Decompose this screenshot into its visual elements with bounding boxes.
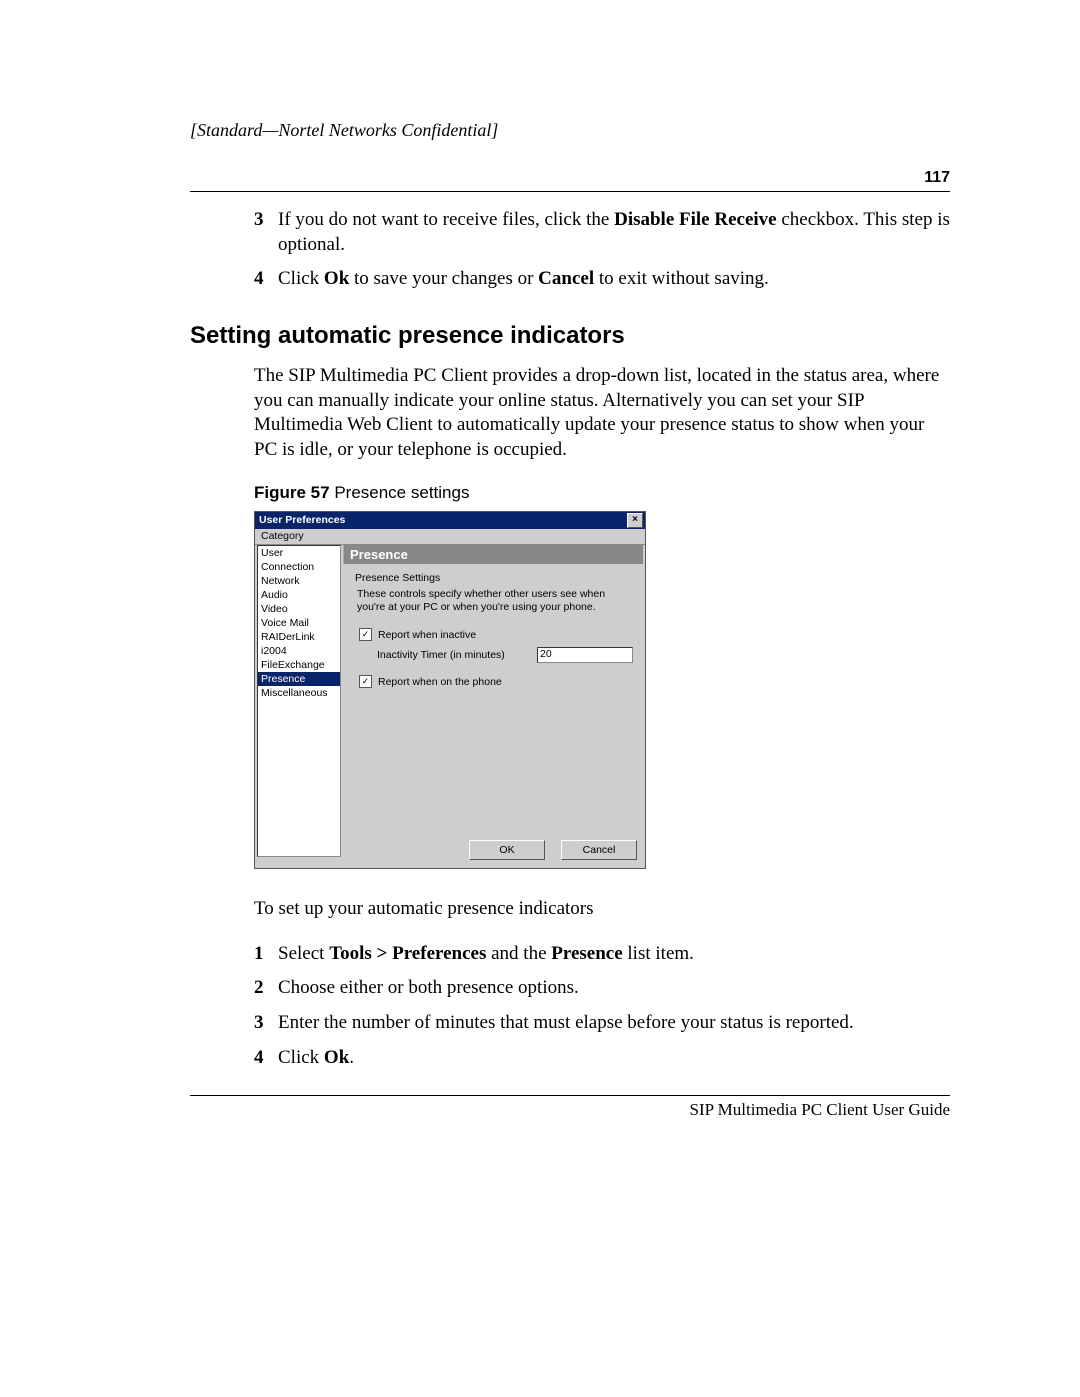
category-item-voicemail[interactable]: Voice Mail: [258, 616, 340, 630]
inactivity-timer-input[interactable]: 20: [537, 647, 633, 663]
category-item-video[interactable]: Video: [258, 602, 340, 616]
category-item-presence[interactable]: Presence: [258, 672, 340, 686]
ok-button[interactable]: OK: [469, 840, 545, 860]
step-number: 1: [254, 942, 278, 967]
report-inactive-label: Report when inactive: [378, 629, 476, 641]
report-phone-label: Report when on the phone: [378, 676, 502, 688]
category-item-network[interactable]: Network: [258, 574, 340, 588]
step-4b: 4 Click Ok.: [254, 1046, 950, 1071]
step-number: 4: [254, 267, 278, 292]
dialog-titlebar: User Preferences ×: [255, 512, 645, 529]
category-label: Category: [255, 529, 645, 545]
inactivity-timer-label: Inactivity Timer (in minutes): [377, 649, 537, 661]
step-text: If you do not want to receive files, cli…: [278, 208, 950, 257]
cancel-button[interactable]: Cancel: [561, 840, 637, 860]
step-4: 4 Click Ok to save your changes or Cance…: [254, 267, 950, 292]
step-3b: 3 Enter the number of minutes that must …: [254, 1011, 950, 1036]
user-preferences-dialog: User Preferences × Category User Connect…: [254, 511, 646, 869]
category-item-user[interactable]: User: [258, 546, 340, 560]
dialog-title: User Preferences: [259, 514, 345, 526]
category-item-audio[interactable]: Audio: [258, 588, 340, 602]
step-number: 3: [254, 208, 278, 257]
dialog-button-row: OK Cancel: [343, 834, 643, 866]
step-number: 3: [254, 1011, 278, 1036]
close-icon[interactable]: ×: [627, 513, 643, 528]
bottom-steps: 1 Select Tools > Preferences and the Pre…: [254, 942, 950, 1071]
post-figure-intro: To set up your automatic presence indica…: [254, 897, 950, 922]
report-inactive-row: ✓ Report when inactive: [359, 628, 633, 641]
category-item-miscellaneous[interactable]: Miscellaneous: [258, 686, 340, 700]
step-2: 2 Choose either or both presence options…: [254, 976, 950, 1001]
footer-text: SIP Multimedia PC Client User Guide: [190, 1095, 950, 1120]
top-steps: 3 If you do not want to receive files, c…: [254, 208, 950, 292]
category-item-i2004[interactable]: i2004: [258, 644, 340, 658]
section-heading: Setting automatic presence indicators: [190, 322, 950, 350]
step-text: Click Ok to save your changes or Cancel …: [278, 267, 950, 292]
step-1: 1 Select Tools > Preferences and the Pre…: [254, 942, 950, 967]
step-text: Select Tools > Preferences and the Prese…: [278, 942, 950, 967]
report-phone-row: ✓ Report when on the phone: [359, 675, 633, 688]
report-inactive-checkbox[interactable]: ✓: [359, 628, 372, 641]
category-item-connection[interactable]: Connection: [258, 560, 340, 574]
category-item-fileexchange[interactable]: FileExchange: [258, 658, 340, 672]
group-description: These controls specify whether other use…: [357, 588, 633, 614]
section-paragraph: The SIP Multimedia PC Client provides a …: [254, 364, 950, 463]
step-3: 3 If you do not want to receive files, c…: [254, 208, 950, 257]
page-number: 117: [924, 169, 950, 187]
step-number: 4: [254, 1046, 278, 1071]
document-page: [Standard—Nortel Networks Confidential] …: [0, 0, 1080, 1397]
panel-title: Presence: [343, 545, 643, 564]
step-text: Choose either or both presence options.: [278, 976, 950, 1001]
step-text: Click Ok.: [278, 1046, 950, 1071]
presence-settings-group: Presence Settings These controls specify…: [347, 568, 639, 704]
step-number: 2: [254, 976, 278, 1001]
report-phone-checkbox[interactable]: ✓: [359, 675, 372, 688]
category-item-raiderlink[interactable]: RAIDerLink: [258, 630, 340, 644]
page-number-row: 117: [190, 169, 950, 192]
settings-pane: Presence Presence Settings These control…: [343, 545, 645, 868]
confidential-header: [Standard—Nortel Networks Confidential]: [190, 120, 950, 141]
category-list[interactable]: User Connection Network Audio Video Voic…: [257, 545, 341, 857]
figure-caption: Figure 57 Presence settings: [254, 483, 950, 503]
group-legend: Presence Settings: [353, 572, 442, 584]
step-text: Enter the number of minutes that must el…: [278, 1011, 950, 1036]
inactivity-timer-row: Inactivity Timer (in minutes) 20: [377, 647, 633, 663]
